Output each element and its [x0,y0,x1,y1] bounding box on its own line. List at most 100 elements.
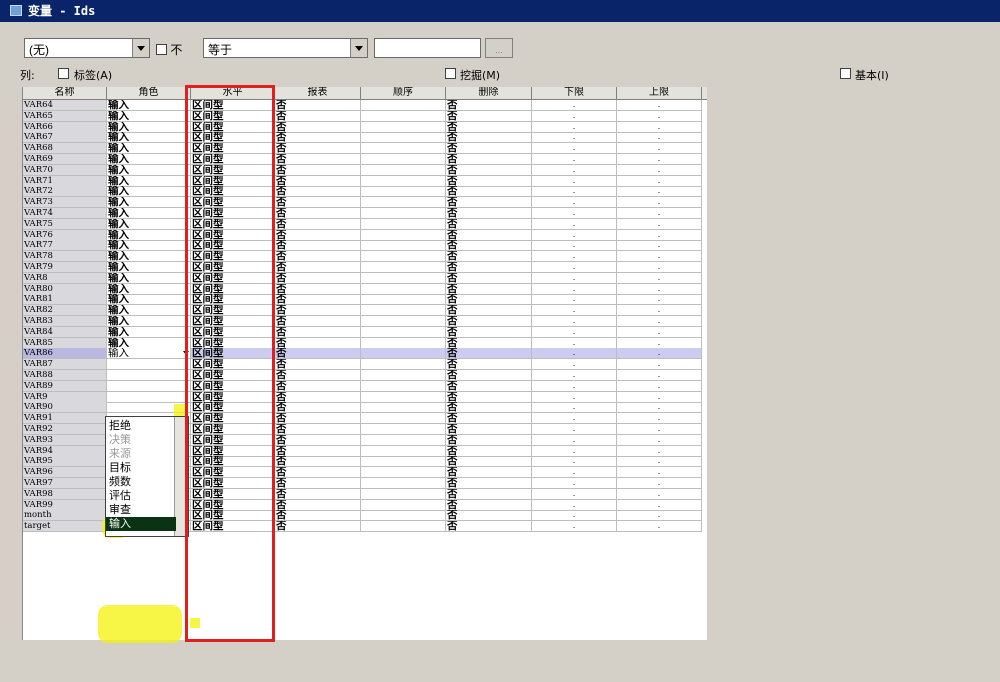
cell-low[interactable]: . [532,218,617,230]
cell-order[interactable] [361,499,446,511]
cell-order[interactable] [361,175,446,187]
cell-del[interactable]: 否 [446,413,532,425]
cell-del[interactable]: 否 [446,305,532,317]
cell-del[interactable]: 否 [446,478,532,489]
cell-del[interactable]: 否 [446,424,532,435]
table-row[interactable]: VAR87 区间型否否.. [23,359,707,371]
cell-del[interactable]: 否 [446,467,532,479]
cell-order[interactable] [361,445,446,457]
cell-role[interactable]: 输入 [107,229,191,241]
cell-report[interactable]: 否 [275,326,361,338]
cell-low[interactable]: . [532,348,617,360]
cell-report[interactable]: 否 [275,510,361,522]
cell-role[interactable]: 输入 [107,197,191,209]
cell-high[interactable]: . [617,488,702,500]
cell-high[interactable]: . [617,370,702,381]
cell-role[interactable]: 输入 [107,110,191,122]
table-row[interactable]: VAR72 输入 区间型否否.. [23,186,707,198]
mining-checkbox[interactable] [445,68,456,79]
cell-report[interactable]: 否 [275,348,361,360]
cell-high[interactable]: . [617,208,702,219]
cell-role[interactable] [107,380,191,392]
table-row[interactable]: VAR90 区间型否否.. [23,402,707,414]
cell-order[interactable] [361,424,446,435]
cell-low[interactable]: . [532,294,617,306]
cell-low[interactable]: . [532,154,617,165]
cell-role[interactable]: 输入 [107,283,191,295]
cell-order[interactable] [361,100,446,111]
cell-high[interactable]: . [617,218,702,230]
cell-order[interactable] [361,456,446,468]
cell-order[interactable] [361,229,446,241]
cell-high[interactable]: . [617,391,702,403]
table-row[interactable]: VAR70 输入 区间型否否.. [23,164,707,176]
cell-report[interactable]: 否 [275,229,361,241]
cell-report[interactable]: 否 [275,402,361,414]
table-row[interactable]: VAR76 输入 区间型否否.. [23,229,707,241]
cell-low[interactable]: . [532,402,617,414]
cell-order[interactable] [361,262,446,273]
cell-high[interactable]: . [617,521,702,533]
cell-report[interactable]: 否 [275,164,361,176]
cell-del[interactable]: 否 [446,316,532,327]
cell-low[interactable]: . [532,305,617,317]
cell-high[interactable]: . [617,316,702,327]
cell-low[interactable]: . [532,197,617,209]
table-row[interactable]: VAR8 输入 区间型否否.. [23,272,707,284]
cell-del[interactable]: 否 [446,348,532,360]
cell-report[interactable]: 否 [275,197,361,209]
cell-report[interactable]: 否 [275,143,361,155]
cell-role[interactable]: 输入 [107,175,191,187]
cell-report[interactable]: 否 [275,499,361,511]
cell-order[interactable] [361,380,446,392]
cell-role[interactable]: 输入 [107,251,191,263]
cell-order[interactable] [361,132,446,144]
cell-high[interactable]: . [617,499,702,511]
cell-report[interactable]: 否 [275,445,361,457]
cell-role[interactable]: 输入 [107,240,191,252]
column-header-low[interactable]: 下限 [532,87,617,99]
table-row[interactable]: VAR67 输入 区间型否否.. [23,132,707,144]
cell-del[interactable]: 否 [446,499,532,511]
cell-del[interactable]: 否 [446,132,532,144]
cell-high[interactable]: . [617,186,702,198]
column-header-del[interactable]: 删除 [446,87,532,99]
cell-order[interactable] [361,143,446,155]
cell-del[interactable]: 否 [446,186,532,198]
table-row[interactable]: VAR65 输入 区间型否否.. [23,110,707,122]
chevron-down-icon[interactable] [350,39,367,57]
cell-report[interactable]: 否 [275,272,361,284]
cell-del[interactable]: 否 [446,359,532,371]
cell-del[interactable]: 否 [446,154,532,165]
cell-low[interactable]: . [532,424,617,435]
cell-role[interactable]: 输入 [107,121,191,133]
cell-order[interactable] [361,186,446,198]
cell-high[interactable]: . [617,262,702,273]
cell-report[interactable]: 否 [275,370,361,381]
cell-report[interactable]: 否 [275,240,361,252]
cell-low[interactable]: . [532,316,617,327]
cell-order[interactable] [361,370,446,381]
cell-report[interactable]: 否 [275,391,361,403]
cell-report[interactable]: 否 [275,175,361,187]
cell-order[interactable] [361,240,446,252]
cell-report[interactable]: 否 [275,186,361,198]
cell-high[interactable]: . [617,197,702,209]
cell-report[interactable]: 否 [275,154,361,165]
cell-report[interactable]: 否 [275,380,361,392]
cell-del[interactable]: 否 [446,380,532,392]
table-row[interactable]: VAR78 输入 区间型否否.. [23,251,707,263]
dropdown-option[interactable]: 输入 [106,517,176,531]
cell-low[interactable]: . [532,240,617,252]
cell-high[interactable]: . [617,305,702,317]
cell-low[interactable]: . [532,521,617,533]
cell-low[interactable]: . [532,370,617,381]
cell-order[interactable] [361,434,446,446]
cell-high[interactable]: . [617,456,702,468]
cell-role[interactable]: 输入 [107,262,191,273]
cell-low[interactable]: . [532,391,617,403]
cell-role[interactable]: 输入 [107,272,191,284]
cell-report[interactable]: 否 [275,208,361,219]
cell-order[interactable] [361,218,446,230]
cell-high[interactable]: . [617,380,702,392]
